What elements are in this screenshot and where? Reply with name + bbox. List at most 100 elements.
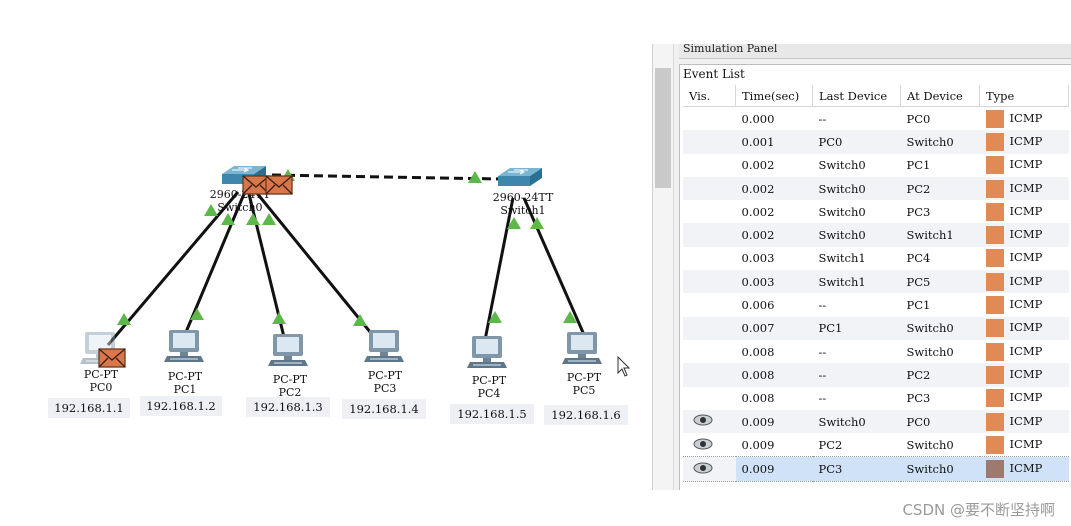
pc0-node[interactable]: PC-PT PC0 192.168.1.1 [48, 332, 130, 418]
event-row[interactable]: 0.009 PC3 Switch0 ICMP [683, 456, 1069, 482]
panel-title: Simulation Panel [679, 44, 1071, 59]
pc1-model-label: PC-PT [168, 370, 203, 383]
event-time-cell: 0.002 [735, 223, 813, 247]
event-row[interactable]: 0.009 Switch0 PC0 ICMP [683, 409, 1069, 434]
event-time-cell: 0.003 [735, 270, 813, 294]
eye-icon[interactable] [693, 462, 713, 477]
event-type-label: ICMP [1009, 227, 1043, 242]
event-color-swatch [985, 226, 1004, 245]
event-vis-cell[interactable] [683, 293, 736, 316]
event-vis-cell[interactable] [683, 363, 736, 387]
event-at-device-cell: PC4 [906, 251, 931, 266]
event-row[interactable]: 0.008 -- PC2 ICMP [683, 363, 1069, 387]
event-row[interactable]: 0.008 -- Switch0 ICMP [683, 340, 1069, 363]
event-at-device-cell: PC2 [900, 363, 980, 387]
event-vis-cell[interactable] [683, 409, 736, 434]
event-at-device-cell: PC3 [906, 391, 931, 406]
event-type-label: ICMP [1009, 343, 1043, 358]
scrollbar-thumb[interactable] [655, 68, 671, 188]
pc1-node[interactable]: PC-PT PC1 192.168.1.2 [140, 330, 222, 416]
event-color-swatch [985, 389, 1004, 408]
pc3-name-label: PC3 [374, 382, 397, 395]
pc0-name-label: PC0 [90, 381, 113, 394]
pdu-envelope-icon[interactable] [265, 175, 293, 195]
watermark: CSDN @要不断坚持啊 [902, 501, 1055, 519]
event-vis-cell[interactable] [683, 107, 736, 131]
pc-icon [364, 330, 404, 362]
simulation-panel: Simulation Panel Event List Vis. Time(se… [652, 44, 1071, 490]
event-row[interactable]: 0.001 PC0 Switch0 ICMP [683, 130, 1069, 154]
column-header-time[interactable]: Time(sec) [735, 85, 813, 107]
event-last-device-cell: -- [818, 391, 827, 406]
event-row[interactable]: 0.003 Switch1 PC4 ICMP [683, 247, 1069, 270]
column-header-vis[interactable]: Vis. [683, 85, 736, 107]
pc3-ip-label: 192.168.1.4 [349, 402, 419, 416]
event-vis-cell[interactable] [683, 176, 736, 201]
event-vis-cell[interactable] [683, 340, 736, 363]
event-vis-cell[interactable] [683, 223, 736, 247]
event-type-label: ICMP [1009, 320, 1043, 335]
event-row[interactable]: 0.002 Switch0 PC1 ICMP [683, 154, 1069, 177]
event-row[interactable]: 0.009 PC2 Switch0 ICMP [683, 433, 1069, 457]
event-vis-cell[interactable] [683, 200, 736, 223]
event-row[interactable]: 0.000 -- PC0 ICMP [683, 107, 1069, 131]
switch1-node[interactable]: 2960-24TT Switch1 [493, 167, 554, 217]
pc4-model-label: PC-PT [472, 374, 507, 387]
event-row[interactable]: 0.002 Switch0 PC2 ICMP [683, 176, 1069, 201]
pc2-node[interactable]: PC-PT PC2 192.168.1.3 [246, 334, 330, 417]
pc3-node[interactable]: PC-PT PC3 192.168.1.4 [342, 330, 426, 419]
column-header-at-device[interactable]: At Device [900, 85, 980, 107]
event-row[interactable]: 0.007 PC1 Switch0 ICMP [683, 316, 1069, 340]
event-color-swatch [985, 412, 1004, 431]
switch1-name-label: Switch1 [500, 204, 545, 217]
event-row[interactable]: 0.002 Switch0 Switch1 ICMP [683, 223, 1069, 247]
event-vis-cell[interactable] [683, 456, 736, 482]
event-time-cell: 0.000 [741, 111, 775, 126]
pc4-node[interactable]: PC-PT PC4 192.168.1.5 [450, 336, 534, 424]
pc5-ip-label: 192.168.1.6 [551, 408, 621, 422]
event-time-cell: 0.008 [741, 391, 775, 406]
column-header-last-device[interactable]: Last Device [812, 85, 901, 107]
pc5-node[interactable]: PC-PT PC5 192.168.1.6 [544, 332, 628, 425]
event-type-cell: ICMP [980, 107, 1069, 131]
pc-icon [467, 336, 507, 368]
event-vis-cell[interactable] [683, 130, 736, 154]
event-at-device-cell: Switch0 [906, 437, 954, 452]
link-pc3-switch0 [254, 191, 377, 339]
event-row[interactable]: 0.003 Switch1 PC5 ICMP [683, 270, 1069, 294]
event-row[interactable]: 0.006 -- PC1 ICMP [683, 293, 1069, 316]
event-row[interactable]: 0.008 -- PC3 ICMP [683, 387, 1069, 410]
event-time-cell: 0.008 [741, 344, 775, 359]
pdu-envelope-icon[interactable] [242, 175, 270, 195]
pc0-ip-label: 192.168.1.1 [54, 401, 124, 415]
event-vis-cell[interactable] [683, 247, 736, 270]
event-color-swatch [985, 435, 1004, 454]
topology-canvas[interactable]: 2960-24TT Switch0 2960-24TT Switch1 PC-P… [0, 0, 650, 526]
event-type-label: ICMP [1009, 133, 1043, 148]
eye-icon[interactable] [693, 414, 713, 429]
event-vis-cell[interactable] [683, 270, 736, 294]
event-at-device-cell: Switch0 [906, 344, 954, 359]
pc3-model-label: PC-PT [368, 369, 403, 382]
event-type-cell: ICMP [980, 200, 1069, 223]
event-last-device-cell: PC0 [812, 130, 901, 154]
event-vis-cell[interactable] [683, 433, 736, 457]
event-vis-cell[interactable] [683, 387, 736, 410]
scrollbar[interactable] [653, 44, 674, 490]
event-time-cell: 0.002 [741, 204, 775, 219]
event-type-label: ICMP [1009, 461, 1043, 476]
event-row[interactable]: 0.002 Switch0 PC3 ICMP [683, 200, 1069, 223]
event-vis-cell[interactable] [683, 154, 736, 177]
event-type-cell: ICMP [979, 223, 1069, 247]
event-time-cell: 0.002 [735, 176, 813, 201]
pc1-name-label: PC1 [174, 383, 197, 396]
column-header-type[interactable]: Type [979, 85, 1069, 107]
eye-icon[interactable] [693, 438, 713, 453]
event-vis-cell[interactable] [683, 316, 736, 340]
pc-icon [268, 334, 308, 366]
event-at-device-cell: Switch0 [900, 456, 980, 482]
event-last-device-cell: Switch1 [812, 270, 901, 294]
pc5-name-label: PC5 [573, 384, 596, 397]
event-type-cell: ICMP [979, 363, 1069, 387]
event-type-cell: ICMP [980, 247, 1069, 270]
